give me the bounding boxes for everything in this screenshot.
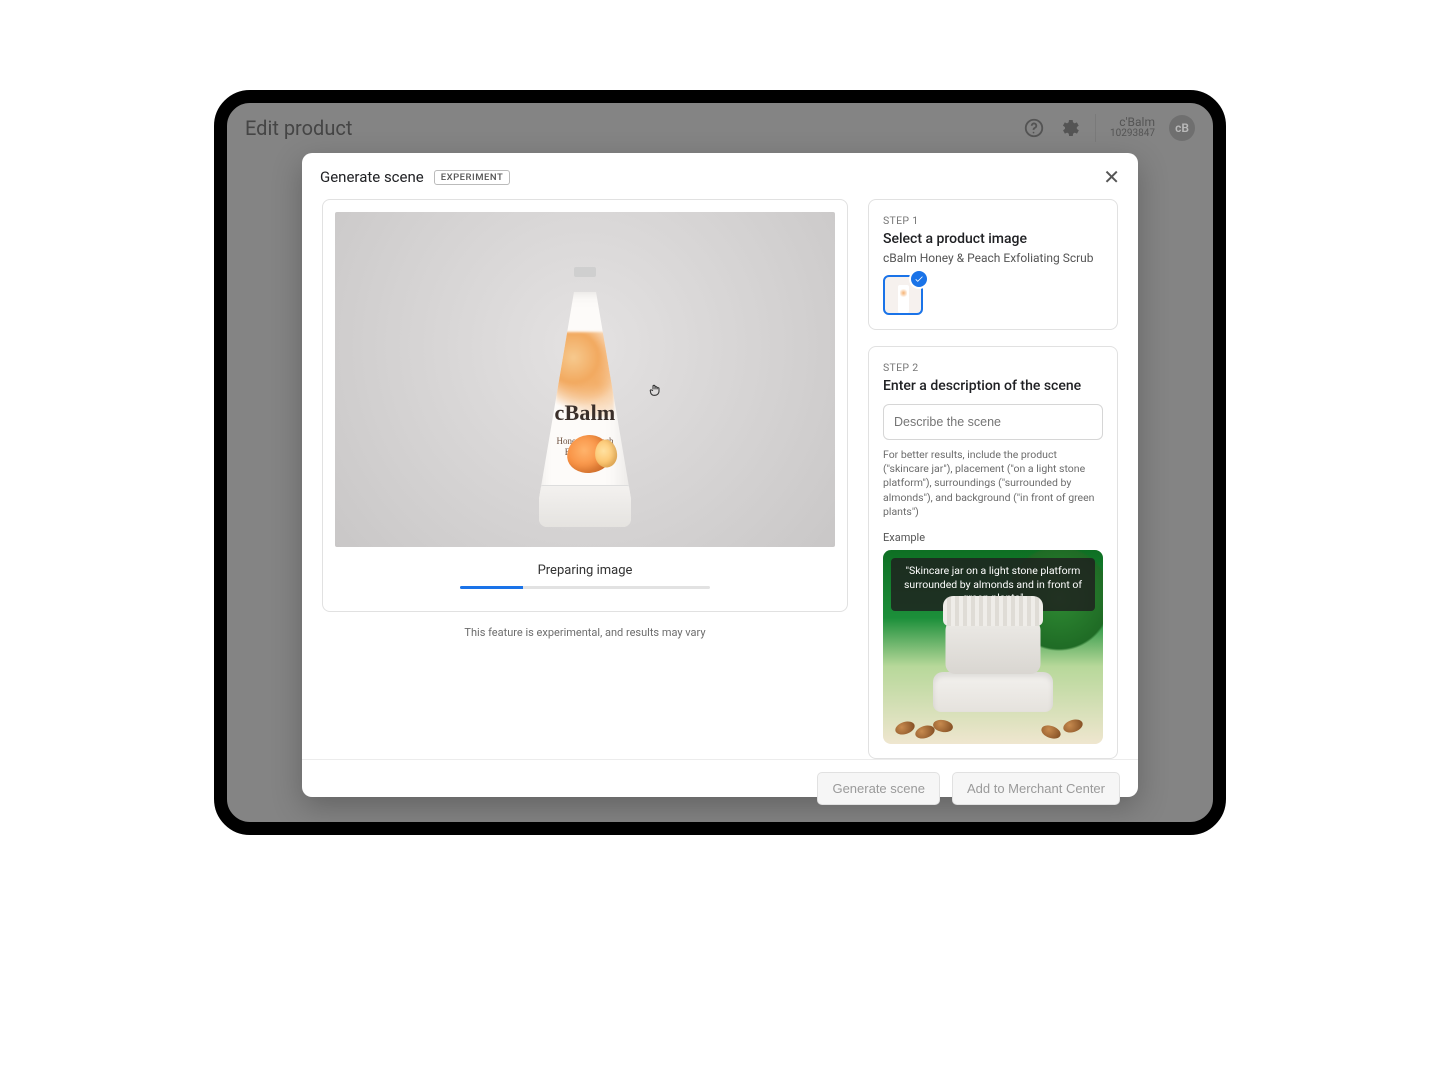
product-illustration: cBalm Honey & Peach Exfoliating Scrub <box>539 267 631 527</box>
product-thumbnail[interactable] <box>883 275 923 315</box>
close-icon[interactable]: ✕ <box>1103 167 1120 187</box>
modal-overlay: Generate scene EXPERIMENT ✕ <box>227 103 1213 822</box>
step-1-heading: Select a product image <box>883 231 1103 247</box>
step-1-panel: STEP 1 Select a product image cBalm Hone… <box>868 199 1118 330</box>
dialog-title: Generate scene <box>320 168 424 186</box>
pointer-cursor-icon <box>647 382 663 402</box>
progress-bar <box>460 586 710 589</box>
experiment-badge: EXPERIMENT <box>434 170 511 185</box>
preview-card: cBalm Honey & Peach Exfoliating Scrub <box>322 199 848 612</box>
device-frame: Edit product c'Balm 10293847 cB <box>214 90 1226 835</box>
experiment-note: This feature is experimental, and result… <box>464 626 705 639</box>
scene-hint: For better results, include the product … <box>883 448 1103 519</box>
step-2-panel: STEP 2 Enter a description of the scene … <box>868 346 1118 759</box>
selected-product-name: cBalm Honey & Peach Exfoliating Scrub <box>883 251 1103 265</box>
step-1-label: STEP 1 <box>883 214 1103 227</box>
check-icon <box>911 271 927 287</box>
generate-scene-dialog: Generate scene EXPERIMENT ✕ <box>302 153 1138 797</box>
step-2-heading: Enter a description of the scene <box>883 378 1103 394</box>
step-2-label: STEP 2 <box>883 361 1103 374</box>
product-brand: cBalm <box>555 400 616 425</box>
add-to-merchant-center-button[interactable]: Add to Merchant Center <box>952 772 1120 805</box>
generate-scene-button[interactable]: Generate scene <box>817 772 940 805</box>
scene-description-input[interactable] <box>883 404 1103 440</box>
example-label: Example <box>883 531 1103 544</box>
product-preview: cBalm Honey & Peach Exfoliating Scrub <box>335 212 835 547</box>
preview-status: Preparing image <box>538 563 633 578</box>
dialog-footer: Generate scene Add to Merchant Center <box>302 759 1138 817</box>
example-image: "Skincare jar on a light stone platform … <box>883 550 1103 744</box>
